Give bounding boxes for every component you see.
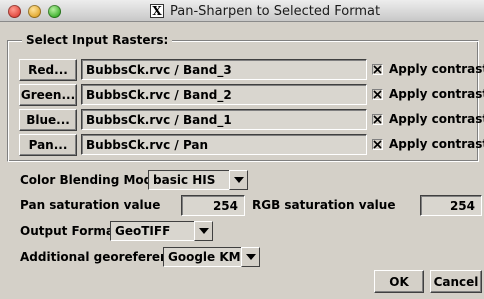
window-title: Pan-Sharpen to Selected Format	[170, 3, 381, 19]
georeference-value[interactable]: Google KML	[163, 247, 248, 267]
red-apply-contrast-checkbox[interactable]	[372, 64, 383, 75]
color-blending-value[interactable]: basic HIS	[148, 170, 229, 190]
output-format-value[interactable]: GeoTIFF	[110, 221, 194, 241]
checkmark-icon	[373, 65, 382, 74]
green-apply-contrast-checkbox[interactable]	[372, 89, 383, 100]
georeference-dropdown[interactable]: Google KML	[163, 247, 260, 267]
checkmark-icon	[373, 115, 382, 124]
color-blending-label: Color Blending Mode:	[20, 173, 166, 187]
input-rasters-legend: Select Input Rasters:	[22, 33, 173, 47]
dropdown-arrow-icon[interactable]	[241, 247, 260, 267]
green-apply-contrast-label: Apply contrast	[389, 87, 484, 101]
x11-app-icon: X	[150, 4, 164, 18]
dropdown-arrow-icon[interactable]	[194, 221, 213, 241]
blue-raster-button[interactable]: Blue...	[19, 109, 77, 131]
pan-apply-contrast-label: Apply contrast	[389, 137, 484, 151]
title-wrap: X Pan-Sharpen to Selected Format	[150, 3, 380, 19]
pan-saturation-input[interactable]: 254	[181, 195, 245, 216]
georeference-label: Additional georeference	[20, 250, 184, 264]
title-bar[interactable]: X Pan-Sharpen to Selected Format	[0, 0, 484, 22]
red-raster-button[interactable]: Red...	[19, 59, 77, 81]
pan-raster-button[interactable]: Pan...	[19, 134, 77, 156]
rgb-saturation-label: RGB saturation value	[252, 198, 396, 212]
output-format-dropdown[interactable]: GeoTIFF	[110, 221, 213, 241]
color-blending-dropdown[interactable]: basic HIS	[148, 170, 248, 190]
blue-raster-field[interactable]: BubbsCk.rvc / Band_1	[81, 109, 367, 130]
red-raster-field[interactable]: BubbsCk.rvc / Band_3	[81, 59, 367, 80]
green-raster-button[interactable]: Green...	[19, 84, 77, 106]
checkmark-icon	[373, 140, 382, 149]
red-apply-contrast-label: Apply contrast	[389, 62, 484, 76]
close-icon[interactable]	[8, 5, 21, 18]
pan-saturation-label: Pan saturation value	[20, 198, 161, 212]
output-format-label: Output Format	[20, 224, 120, 238]
minimize-icon[interactable]	[28, 5, 41, 18]
rgb-saturation-input[interactable]: 254	[420, 195, 482, 216]
cancel-button[interactable]: Cancel	[430, 270, 482, 293]
pan-apply-contrast-checkbox[interactable]	[372, 139, 383, 150]
blue-apply-contrast-label: Apply contrast	[389, 112, 484, 126]
blue-apply-contrast-checkbox[interactable]	[372, 114, 383, 125]
checkmark-icon	[373, 90, 382, 99]
pan-raster-field[interactable]: BubbsCk.rvc / Pan	[81, 134, 367, 155]
dialog-window: X Pan-Sharpen to Selected Format Select …	[0, 0, 484, 299]
dropdown-arrow-icon[interactable]	[229, 170, 248, 190]
green-raster-field[interactable]: BubbsCk.rvc / Band_2	[81, 84, 367, 105]
ok-button[interactable]: OK	[374, 270, 424, 293]
maximize-icon[interactable]	[48, 5, 61, 18]
